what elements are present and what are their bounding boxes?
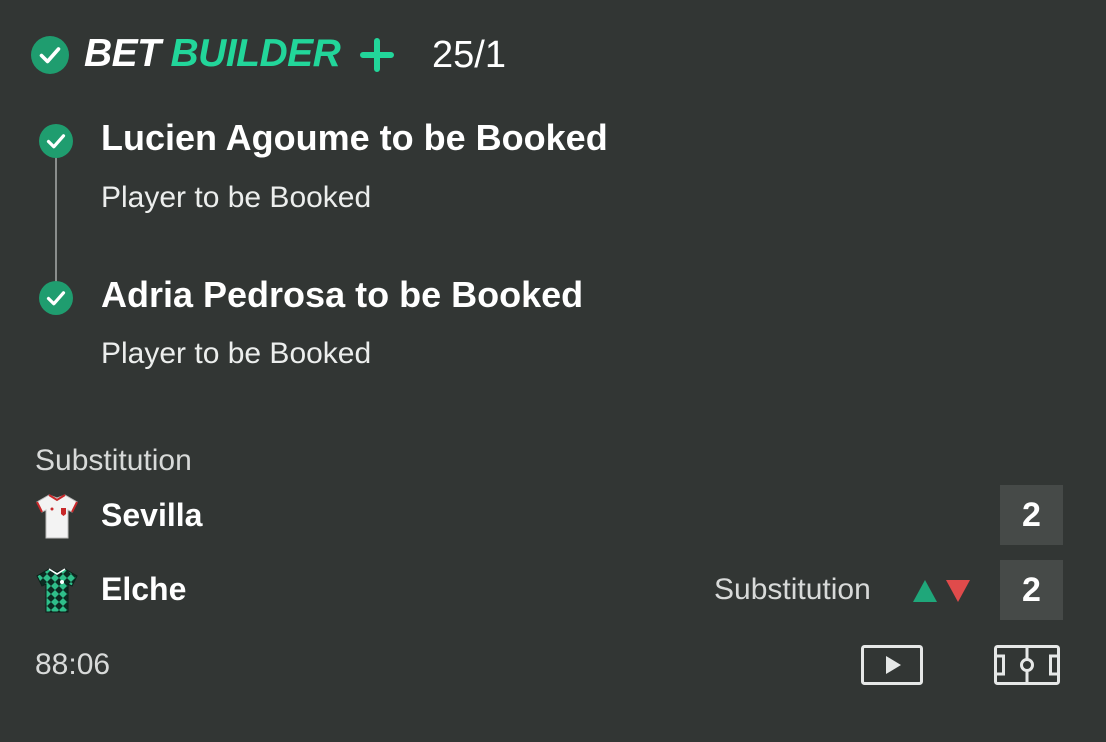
team-name: Elche (101, 571, 187, 607)
pitch-tracker-icon[interactable] (994, 645, 1060, 685)
brand-bet: BET (84, 32, 161, 75)
selection-title: Lucien Agoume to be Booked (101, 117, 608, 158)
plus-icon (360, 38, 394, 72)
check-circle-icon (31, 36, 69, 74)
selection-market: Player to be Booked (101, 337, 372, 370)
brand-builder: BUILDER (170, 32, 341, 75)
team-score: 2 (1000, 560, 1063, 620)
team-score: 2 (1000, 485, 1063, 545)
selection-title: Adria Pedrosa to be Booked (101, 274, 584, 315)
team-name: Sevilla (101, 497, 203, 533)
match-status-label: Substitution (35, 444, 192, 477)
check-circle-icon (39, 281, 73, 315)
selection-timeline-line (55, 156, 57, 298)
bet-odds: 25/1 (432, 34, 506, 76)
elche-shirt-icon (36, 568, 78, 613)
play-video-icon[interactable] (861, 645, 923, 685)
match-clock: 88:06 (35, 648, 111, 681)
team-event-label: Substitution (714, 573, 871, 606)
sevilla-shirt-icon (36, 494, 78, 539)
check-circle-icon (39, 124, 73, 158)
substitution-arrows-icon (913, 580, 970, 602)
bet-builder-logo: BET BUILDER (84, 28, 341, 80)
selection-market: Player to be Booked (101, 181, 372, 214)
